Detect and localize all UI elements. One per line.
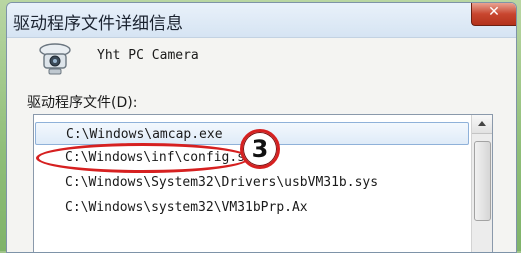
webcam-icon: [39, 43, 71, 75]
highlight-ellipse: [36, 143, 250, 173]
scroll-up-button[interactable]: [472, 115, 492, 134]
close-button[interactable]: ✕: [471, 3, 516, 26]
scroll-thumb[interactable]: [474, 141, 491, 221]
file-path: C:\Windows\system32\VM31bPrp.Ax: [65, 200, 308, 215]
title-bar[interactable]: 驱动程序文件详细信息 ✕: [7, 3, 516, 38]
driver-file-details-dialog: 驱动程序文件详细信息 ✕ Yht PC Camera 驱动程序文件(D): C:…: [6, 2, 517, 253]
file-path: C:\Windows\System32\Drivers\usbVM31b.sys: [65, 175, 379, 190]
vertical-scrollbar[interactable]: [471, 115, 492, 252]
step-number-badge: 3: [240, 129, 280, 169]
window-title: 驱动程序文件详细信息: [13, 14, 183, 34]
close-icon: ✕: [488, 4, 500, 20]
list-item[interactable]: C:\Windows\system32\VM31bPrp.Ax: [35, 196, 469, 219]
list-item[interactable]: C:\Windows\System32\Drivers\usbVM31b.sys: [35, 171, 469, 194]
device-name: Yht PC Camera: [97, 48, 199, 63]
driver-files-label: 驱动程序文件(D):: [27, 95, 138, 111]
file-path: C:\Windows\amcap.exe: [66, 127, 223, 142]
